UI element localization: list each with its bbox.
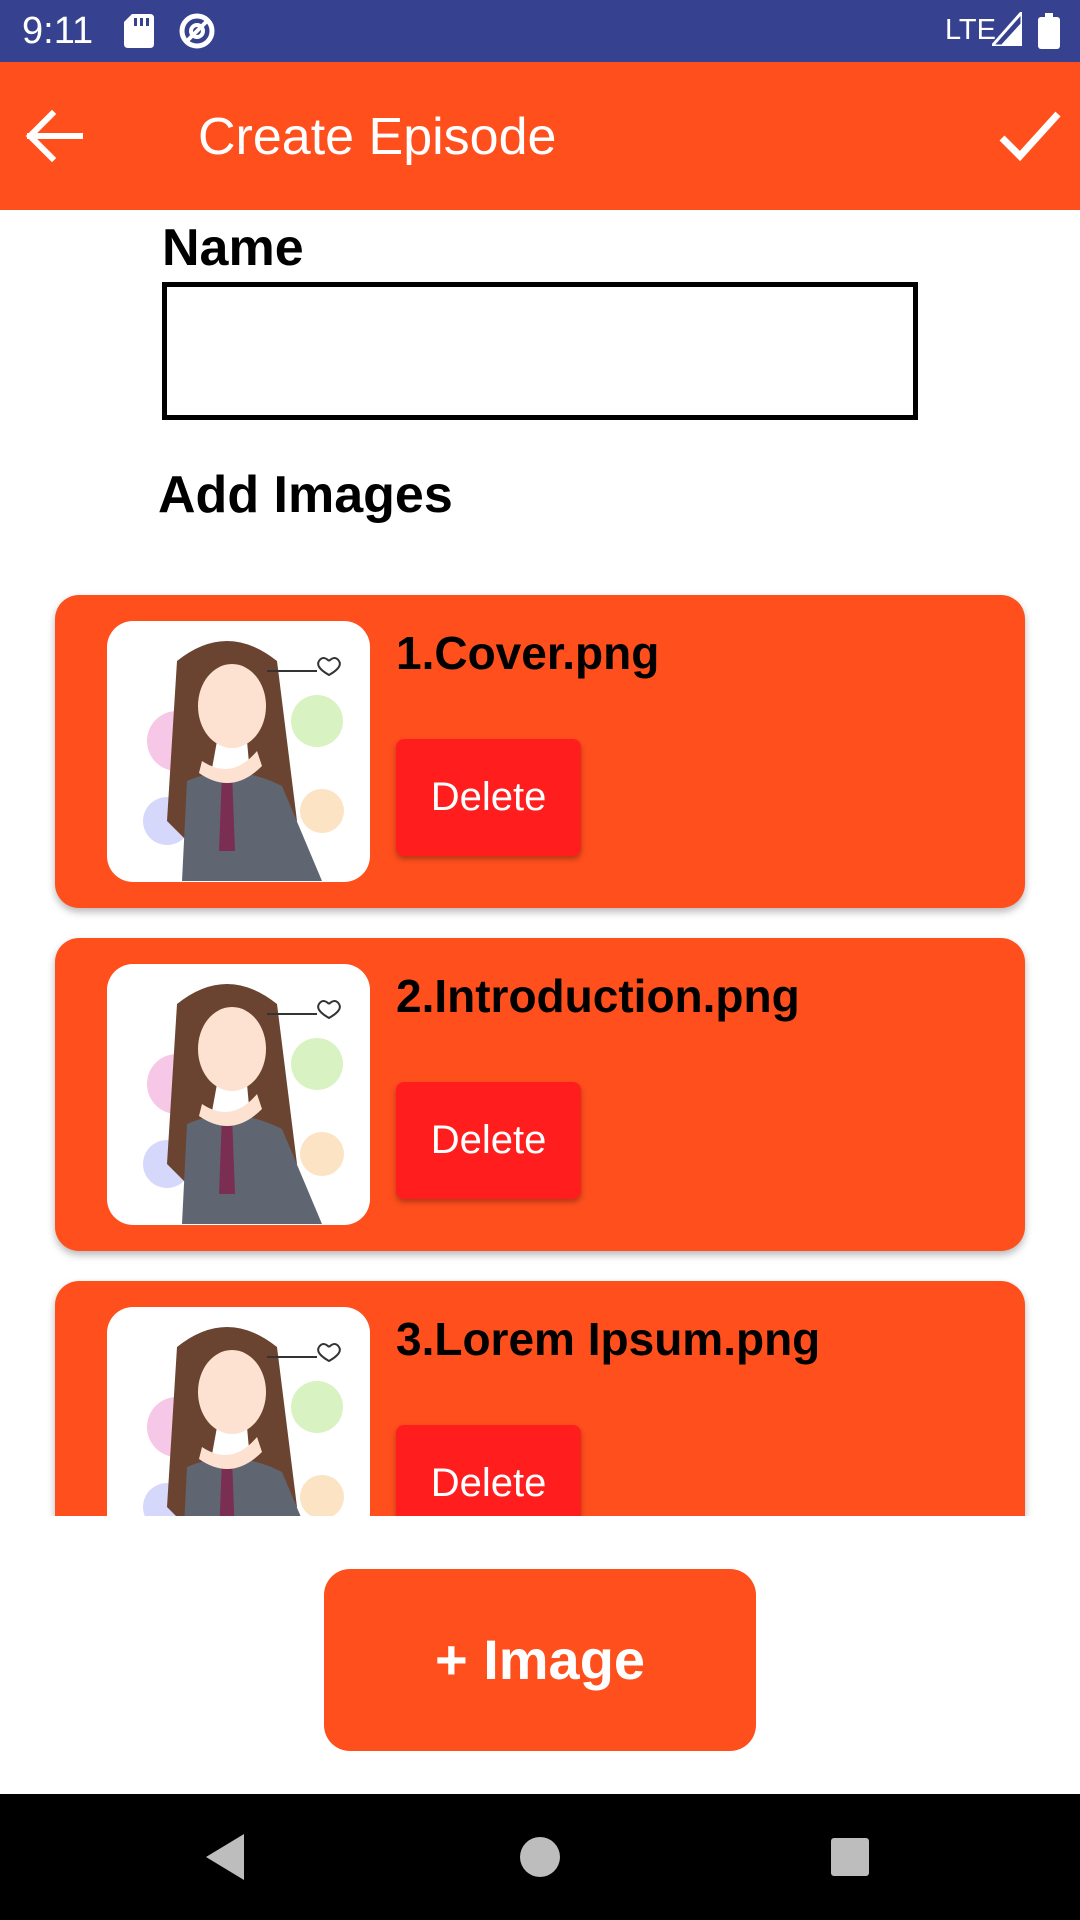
confirm-button[interactable] — [994, 100, 1066, 172]
status-bar: 9:11 LTE — [0, 0, 1080, 62]
screen: 9:11 LTE Create Episode Name Add Images — [0, 0, 1080, 1920]
file-name: 3.Lorem Ipsum.png — [396, 1313, 821, 1365]
delete-button[interactable]: Delete — [396, 1082, 581, 1199]
image-list[interactable]: 1.Cover.png Delete 2.Introduction.png De… — [0, 580, 1080, 1516]
app-bar: Create Episode — [0, 62, 1080, 210]
image-card: 2.Introduction.png Delete — [55, 938, 1025, 1251]
image-thumbnail — [107, 621, 370, 882]
arrow-left-icon — [25, 109, 83, 163]
nav-home-button[interactable] — [509, 1826, 571, 1888]
image-card: 3.Lorem Ipsum.png Delete — [55, 1281, 1025, 1516]
delete-button[interactable]: Delete — [396, 1425, 581, 1516]
back-button[interactable] — [20, 102, 88, 170]
navigation-bar — [0, 1794, 1080, 1920]
page-title: Create Episode — [198, 108, 557, 166]
add-images-label: Add Images — [158, 466, 453, 524]
image-thumbnail — [107, 964, 370, 1225]
file-name: 1.Cover.png — [396, 627, 660, 679]
signal-icon — [988, 8, 1024, 51]
name-input[interactable] — [162, 282, 918, 420]
sd-card-icon — [124, 14, 154, 53]
nav-recents-button[interactable] — [819, 1826, 881, 1888]
nav-back-button[interactable] — [194, 1826, 256, 1888]
back-triangle-icon — [206, 1834, 244, 1880]
image-card: 1.Cover.png Delete — [55, 595, 1025, 908]
delete-button[interactable]: Delete — [396, 739, 581, 856]
recents-square-icon — [831, 1838, 869, 1876]
at-sign-icon — [178, 12, 216, 55]
name-label: Name — [162, 219, 304, 277]
status-time: 9:11 — [22, 10, 94, 52]
file-name: 2.Introduction.png — [396, 970, 800, 1022]
check-icon — [999, 111, 1061, 162]
image-thumbnail — [107, 1307, 370, 1516]
add-image-button[interactable]: + Image — [324, 1569, 756, 1751]
battery-icon — [1038, 13, 1060, 54]
network-type: LTE — [944, 14, 996, 46]
home-circle-icon — [520, 1837, 560, 1877]
